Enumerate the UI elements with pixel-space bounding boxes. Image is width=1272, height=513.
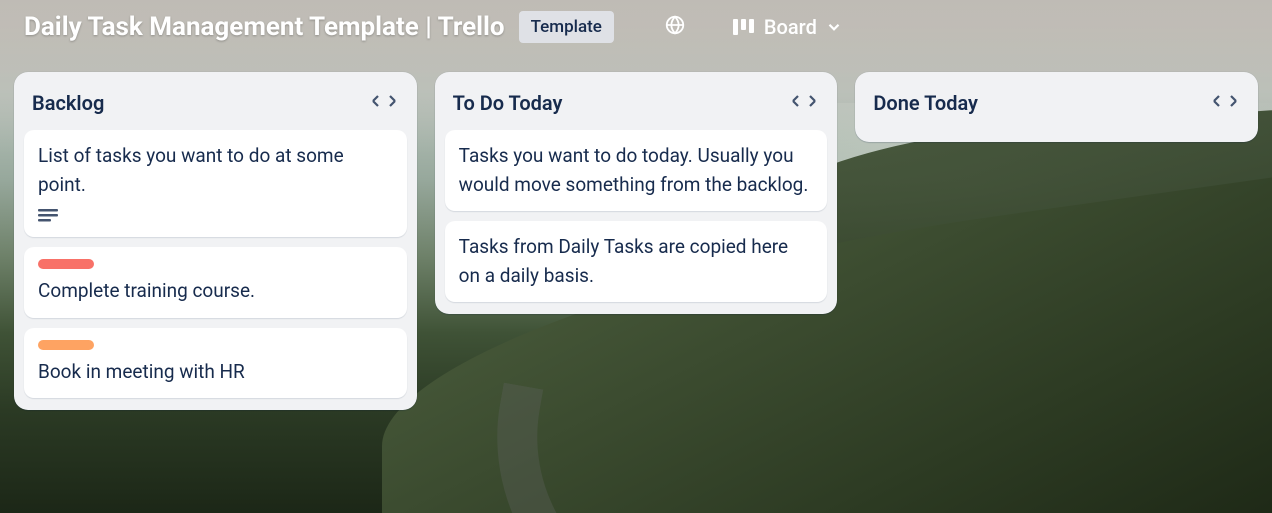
collapse-list-icon[interactable]: [369, 90, 399, 116]
card[interactable]: Tasks from Daily Tasks are copied here o…: [445, 221, 828, 302]
board-canvas[interactable]: Backlog List of tasks you want to do at …: [0, 62, 1272, 420]
view-label: Board: [764, 15, 817, 39]
card-label-red[interactable]: [38, 259, 94, 269]
view-switcher-button[interactable]: Board: [724, 11, 851, 43]
card-text: Book in meeting with HR: [38, 358, 393, 387]
card-text: Tasks from Daily Tasks are copied here o…: [459, 233, 814, 290]
list-title[interactable]: Done Today: [873, 91, 978, 115]
board-header: Daily Task Management Template | Trello …: [0, 0, 1272, 62]
card-label-orange[interactable]: [38, 340, 94, 350]
card-text: Complete training course.: [38, 277, 393, 306]
collapse-list-icon[interactable]: [1210, 90, 1240, 116]
template-badge[interactable]: Template: [519, 11, 614, 43]
card[interactable]: Complete training course.: [24, 247, 407, 318]
list-backlog: Backlog List of tasks you want to do at …: [14, 72, 417, 410]
card-text: List of tasks you want to do at some poi…: [38, 142, 393, 199]
list-title[interactable]: To Do Today: [453, 91, 563, 115]
board-title[interactable]: Daily Task Management Template | Trello: [24, 12, 505, 42]
card[interactable]: Tasks you want to do today. Usually you …: [445, 130, 828, 211]
collapse-list-icon[interactable]: [789, 90, 819, 116]
card[interactable]: List of tasks you want to do at some poi…: [24, 130, 407, 237]
globe-icon[interactable]: [660, 10, 690, 44]
board-view-icon: [732, 17, 756, 37]
card[interactable]: Book in meeting with HR: [24, 328, 407, 399]
list-to-do-today: To Do Today Tasks you want to do today. …: [435, 72, 838, 314]
description-icon: [38, 209, 393, 225]
chevron-down-icon: [825, 18, 843, 36]
list-done-today: Done Today: [855, 72, 1258, 142]
card-text: Tasks you want to do today. Usually you …: [459, 142, 814, 199]
list-title[interactable]: Backlog: [32, 91, 104, 115]
